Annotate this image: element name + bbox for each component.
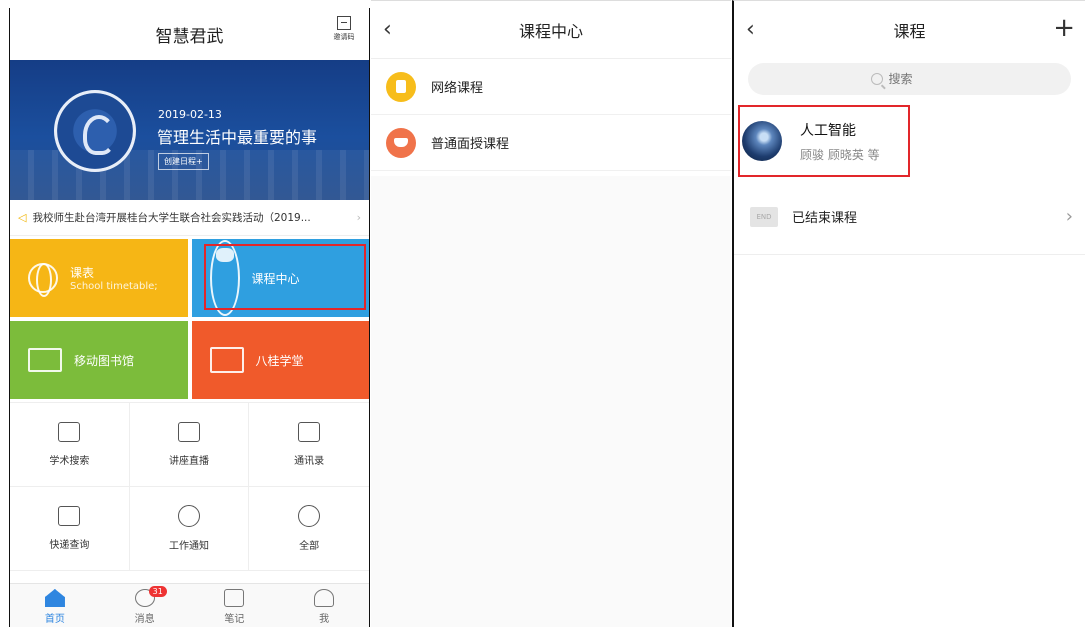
row-label: 网络课程 (431, 81, 484, 96)
grid-notification[interactable]: 工作通知 (129, 487, 250, 571)
tile-bagui-academy[interactable]: 八桂学堂 (191, 321, 369, 399)
create-schedule-button[interactable]: 创建日程+ (158, 153, 209, 170)
invite-code-button[interactable]: 邀请码 (329, 16, 359, 42)
courses-screen: ‹ 课程 + 人工智能 顾骏 顾晓英 等 END 已结束课程 › (732, 0, 1085, 627)
delivery-icon (58, 506, 81, 526)
feature-tiles: 课表 School timetable; 课程中心 移动图书馆 八桂学堂 (10, 236, 369, 402)
online-course-icon (386, 71, 416, 102)
back-icon[interactable]: ‹ (746, 17, 755, 42)
notification-icon (177, 505, 200, 527)
grid-delivery[interactable]: 快递查询 (10, 487, 130, 571)
course-teachers: 顾骏 顾晓英 等 (800, 147, 880, 162)
grid-label: 快递查询 (49, 540, 90, 551)
course-center-nav: ‹ 课程中心 (371, 1, 731, 59)
home-header: 智慧君武 邀请码 (10, 8, 369, 60)
banner-slogan: 管理生活中最重要的事 (157, 128, 318, 147)
add-icon[interactable]: + (1053, 13, 1075, 43)
globe-icon (28, 263, 58, 297)
course-center-screen: ‹ 课程中心 网络课程 普通面授课程 (371, 0, 731, 627)
tab-label: 消息 (134, 614, 155, 625)
grid-label: 全部 (299, 541, 320, 552)
tab-profile[interactable]: 我 (279, 584, 369, 627)
invite-code-label: 邀请码 (333, 33, 355, 41)
search-input[interactable] (888, 72, 949, 86)
course-name: 人工智能 (800, 122, 856, 139)
lecture-live-icon (177, 422, 200, 442)
page-title: 课程中心 (518, 21, 583, 41)
row-label: 普通面授课程 (431, 137, 510, 152)
tab-label: 首页 (44, 614, 65, 625)
courses-nav: ‹ 课程 + (734, 1, 1085, 59)
classroom-course-item[interactable]: 普通面授课程 (371, 115, 731, 171)
tab-home[interactable]: 首页 (10, 584, 100, 627)
tile-sublabel: School timetable; (70, 281, 158, 292)
banner[interactable]: 2019-02-13 管理生活中最重要的事 创建日程+ (10, 60, 369, 200)
tile-label: 课程中心 (251, 271, 300, 286)
tile-label: 课表 (70, 266, 95, 280)
ended-courses-item[interactable]: END 已结束课程 › (734, 179, 1085, 255)
tile-label: 八桂学堂 (255, 353, 304, 368)
notice-bar[interactable]: ◁ 我校师生赴台湾开展桂台大学生联合社会实践活动（2019... › (10, 200, 369, 236)
profile-icon (314, 589, 335, 607)
all-apps-icon (298, 505, 321, 527)
empty-area (371, 176, 731, 627)
ended-courses-label: 已结束课程 (792, 211, 858, 226)
end-folder-icon: END (750, 206, 778, 227)
bottom-tab-bar: 首页 31 消息 笔记 我 (10, 583, 369, 627)
grid-lecture-live[interactable]: 讲座直播 (129, 403, 250, 487)
tab-label: 笔记 (224, 614, 245, 625)
grid-label: 工作通知 (168, 541, 209, 552)
note-icon (224, 589, 245, 607)
tab-notes[interactable]: 笔记 (190, 584, 280, 627)
banner-date: 2019-02-13 (158, 108, 222, 121)
grid-label: 学术搜索 (49, 456, 90, 467)
megaphone-icon: ◁ (18, 211, 27, 224)
chevron-right-icon: › (1065, 206, 1073, 227)
chevron-right-icon: › (356, 211, 361, 224)
app-title: 智慧君武 (155, 26, 224, 47)
search-bar[interactable] (748, 63, 1071, 95)
contacts-icon (298, 422, 321, 442)
academic-search-icon (58, 422, 81, 442)
tile-mobile-library[interactable]: 移动图书馆 (10, 321, 188, 399)
library-icon (28, 348, 62, 372)
course-thumbnail (742, 121, 782, 161)
home-icon (44, 589, 65, 607)
back-icon[interactable]: ‹ (383, 17, 392, 42)
home-screen: 智慧君武 邀请码 2019-02-13 管理生活中最重要的事 创建日程+ ◁ 我… (9, 8, 370, 627)
unread-badge: 31 (148, 586, 167, 597)
grid-label: 讲座直播 (168, 456, 209, 467)
scan-icon (337, 16, 351, 30)
grid-label: 通讯录 (294, 456, 325, 467)
course-icon (209, 240, 240, 316)
course-item[interactable]: 人工智能 顾骏 顾晓英 等 (734, 103, 1085, 179)
tab-messages[interactable]: 31 消息 (100, 584, 190, 627)
search-icon (870, 73, 883, 85)
grid-contacts[interactable]: 通讯录 (249, 403, 369, 487)
page-title: 课程 (893, 22, 926, 41)
grid-all[interactable]: 全部 (249, 487, 369, 571)
tile-timetable[interactable]: 课表 School timetable; (10, 239, 188, 317)
notice-text: 我校师生赴台湾开展桂台大学生联合社会实践活动（2019... (32, 212, 311, 224)
screen-icon (209, 347, 244, 373)
online-course-item[interactable]: 网络课程 (371, 59, 731, 115)
function-grid: 学术搜索 讲座直播 通讯录 快递查询 工作通知 全部 (10, 402, 369, 571)
school-emblem-icon (54, 90, 136, 172)
tile-label: 移动图书馆 (74, 353, 135, 368)
tile-course-center[interactable]: 课程中心 (191, 239, 369, 317)
tab-label: 我 (319, 614, 330, 625)
grid-academic-search[interactable]: 学术搜索 (10, 403, 130, 487)
classroom-course-icon (386, 127, 416, 158)
